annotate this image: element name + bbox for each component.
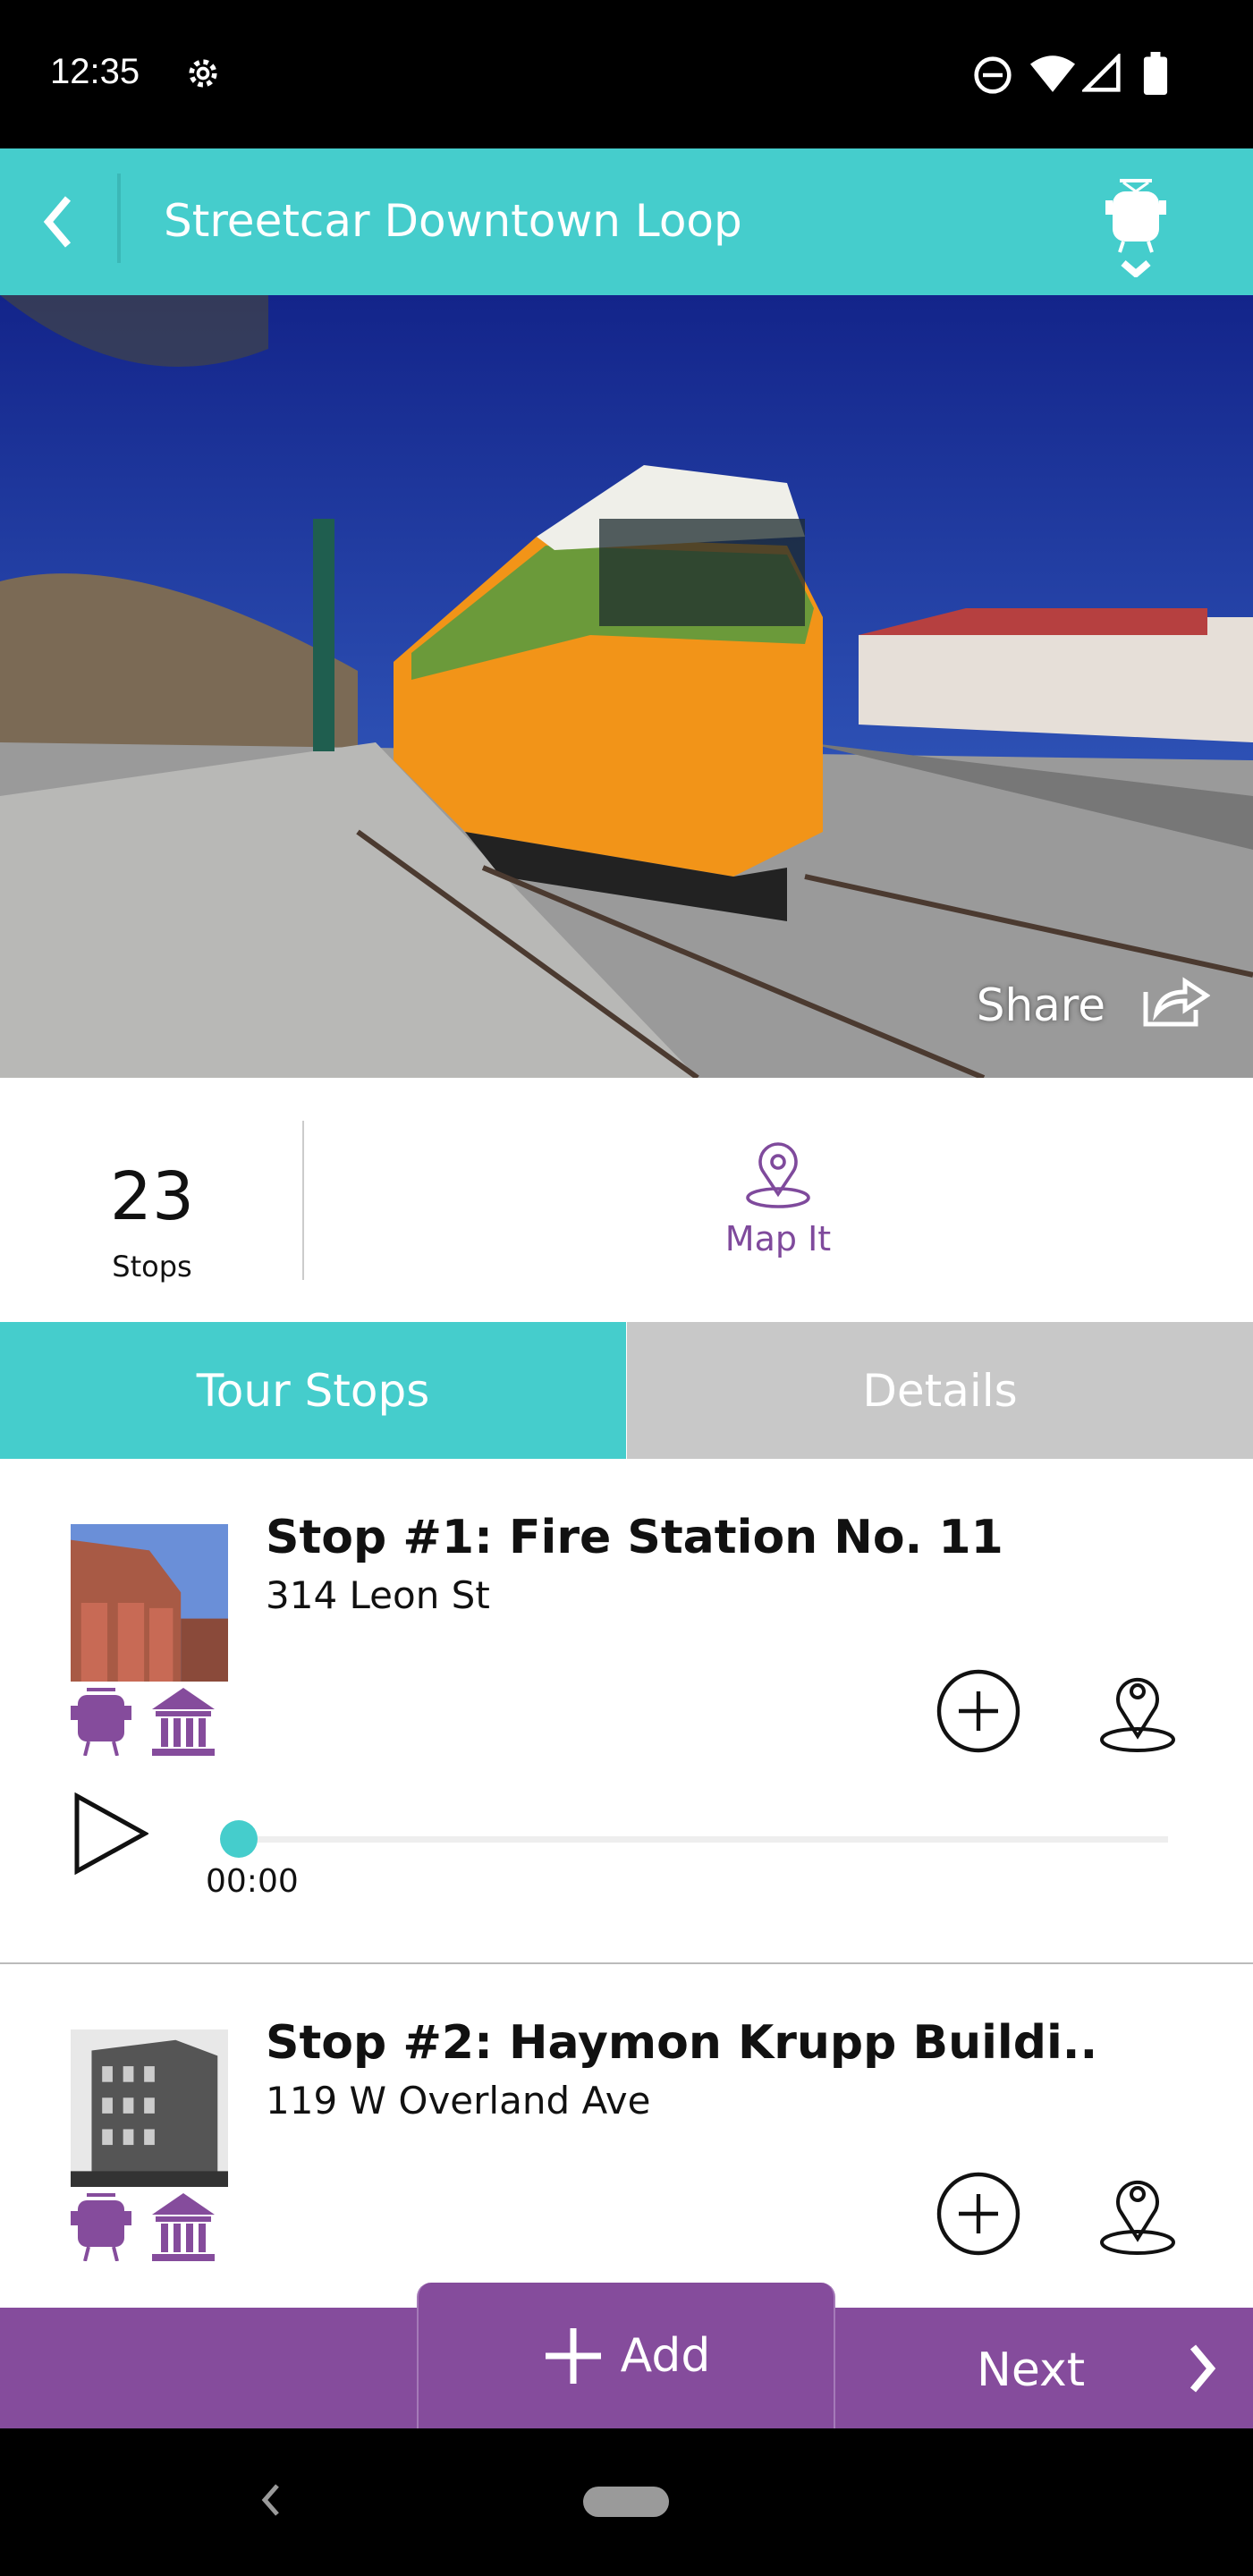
- play-button[interactable]: [73, 1792, 148, 1875]
- audio-progress-track[interactable]: [238, 1836, 1168, 1843]
- page-title: Streetcar Downtown Loop: [164, 195, 742, 247]
- tab-tour-stops[interactable]: Tour Stops: [0, 1322, 626, 1459]
- map-it-button[interactable]: Map It: [698, 1140, 859, 1258]
- wifi-icon: [1030, 55, 1075, 92]
- next-button[interactable]: Next: [837, 2308, 1253, 2428]
- next-label: Next: [977, 2343, 1086, 2397]
- list-item[interactable]: Stop #1: Fire Station No. 11 314 Leon St…: [0, 1459, 1253, 1963]
- stops-count: 23: [109, 1158, 195, 1235]
- map-it-label: Map It: [724, 1219, 832, 1258]
- audio-time: 00:00: [206, 1863, 299, 1900]
- share-label[interactable]: Share: [977, 979, 1105, 1031]
- plus-icon: [545, 2327, 601, 2384]
- stop-title[interactable]: Stop #2: Haymon Krupp Buildi..: [266, 2016, 1097, 2070]
- nav-back-icon[interactable]: [259, 2482, 281, 2518]
- streetcar-mode-button[interactable]: [1102, 179, 1170, 277]
- battery-icon: [1143, 52, 1168, 95]
- add-button[interactable]: Add: [417, 2283, 835, 2428]
- tab-bar: Tour Stops Details: [0, 1322, 1253, 1459]
- tour-stats: 23 Stops Map It: [0, 1078, 1253, 1322]
- tour-hero-image: Share: [0, 295, 1253, 1078]
- header-divider: [117, 174, 121, 263]
- streetcar-photo: [0, 295, 1253, 1078]
- add-stop-button[interactable]: [936, 1668, 1021, 1754]
- streetcar-category-icon: [71, 1688, 131, 1756]
- stops-label: Stops: [112, 1250, 192, 1284]
- app-header: Streetcar Downtown Loop: [0, 148, 1253, 295]
- map-pin-icon: [746, 1142, 810, 1208]
- add-label: Add: [620, 2328, 711, 2383]
- add-stop-button[interactable]: [936, 2171, 1021, 2257]
- audio-progress-thumb[interactable]: [220, 1820, 258, 1858]
- signal-icon: [1082, 54, 1121, 92]
- nav-home-pill[interactable]: [583, 2487, 669, 2517]
- tab-details[interactable]: Details: [627, 1322, 1253, 1459]
- system-nav-bar: [0, 2428, 1253, 2576]
- museum-category-icon: [152, 2193, 215, 2261]
- stop-map-pin-button[interactable]: [1095, 1668, 1181, 1754]
- chevron-right-icon: [1190, 2344, 1216, 2393]
- streetcar-category-icon: [71, 2193, 131, 2261]
- settings-icon: [189, 59, 217, 88]
- stop-address: 314 Leon St: [266, 1573, 490, 1617]
- clock: 12:35: [50, 52, 140, 91]
- stats-divider: [302, 1121, 304, 1280]
- stop-map-pin-button[interactable]: [1095, 2171, 1181, 2257]
- stop-address: 119 W Overland Ave: [266, 2079, 651, 2123]
- dnd-icon: [974, 56, 1012, 94]
- stop-thumbnail: [71, 1524, 228, 1682]
- back-button[interactable]: [39, 195, 75, 249]
- stop-title[interactable]: Stop #1: Fire Station No. 11: [266, 1511, 1003, 1564]
- museum-category-icon: [152, 1688, 215, 1756]
- share-icon[interactable]: [1139, 970, 1210, 1028]
- status-bar: 12:35: [0, 0, 1253, 148]
- stop-thumbnail: [71, 2029, 228, 2187]
- list-item[interactable]: Stop #2: Haymon Krupp Buildi.. 119 W Ove…: [0, 1964, 1253, 2308]
